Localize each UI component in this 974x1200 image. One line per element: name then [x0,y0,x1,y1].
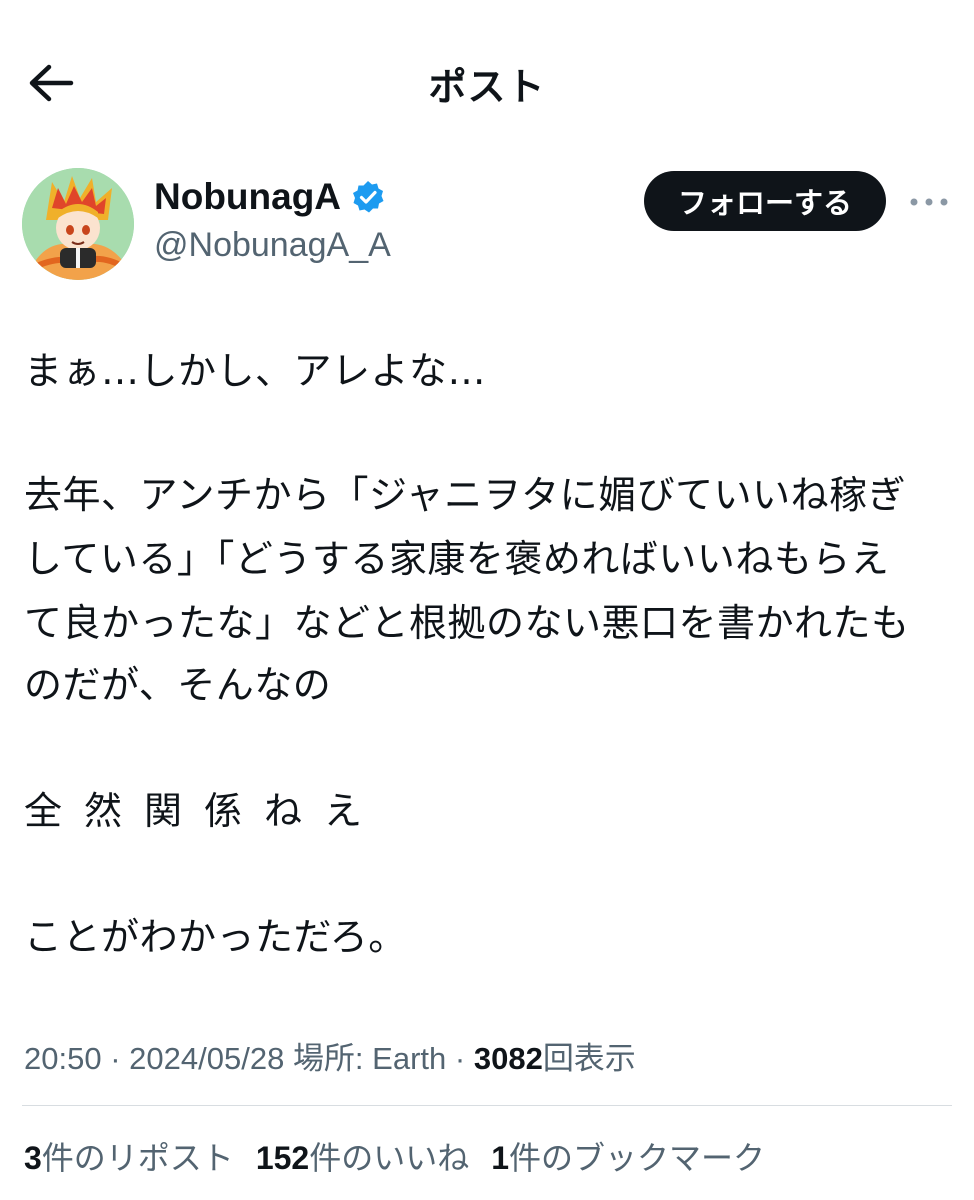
tweet-line: のだが、そんなの [24,663,332,707]
tweet-line-emphasis: 全然関係ねえ [24,789,385,833]
reposts-stat[interactable]: 3件のリポスト [24,1133,234,1179]
tweet-line: まぁ…しかし、アレよな… [24,349,487,393]
tweet-line: 去年、アンチから「ジャニヲタに媚びていいね稼ぎ [24,473,907,517]
verified-badge-icon [353,181,384,213]
views-label: 回表示 [542,1041,636,1076]
follow-button[interactable]: フォローする [644,171,886,231]
likes-label: 件のいいね [309,1140,470,1176]
bookmarks-stat[interactable]: 1件のブックマーク [491,1133,765,1179]
post-location: 場所: Earth [292,1041,447,1076]
bookmarks-label: 件のブックマーク [509,1140,766,1176]
bookmarks-count: 1 [491,1140,510,1176]
likes-stat[interactable]: 152件のいいね [256,1133,469,1179]
meta-separator: · [110,1041,121,1076]
tweet-line: している」「どうする家康を褒めればいいねもらえ [24,537,890,581]
tweet-metadata: 20:50 · 2024/05/28 場所: Earth · 3082回表示 [24,1033,636,1078]
tweet-line: ことがわかっただろ。 [24,915,407,959]
more-options-icon [910,198,948,206]
post-date[interactable]: 2024/05/28 [129,1041,284,1076]
reposts-label: 件のリポスト [41,1140,234,1176]
views-count: 3082 [473,1041,543,1076]
avatar-image [22,168,134,280]
top-bar: ポスト [0,0,974,165]
tweet-line: て良かったな」などと根拠のない悪口を書かれたも [24,601,910,645]
post-time[interactable]: 20:50 [24,1041,102,1076]
reposts-count: 3 [24,1140,42,1176]
likes-count: 152 [255,1140,310,1176]
avatar[interactable] [22,168,134,280]
engagement-stats: 3件のリポスト 152件のいいね 1件のブックマーク [24,1133,765,1179]
meta-separator: · [454,1041,466,1076]
author-name-row[interactable]: NobunagA [154,176,385,218]
display-name[interactable]: NobunagA [154,176,341,218]
more-options-button[interactable] [906,185,952,219]
page-title: ポスト [428,65,546,109]
author-handle[interactable]: @NobunagA_A [154,226,391,265]
divider [22,1105,952,1106]
